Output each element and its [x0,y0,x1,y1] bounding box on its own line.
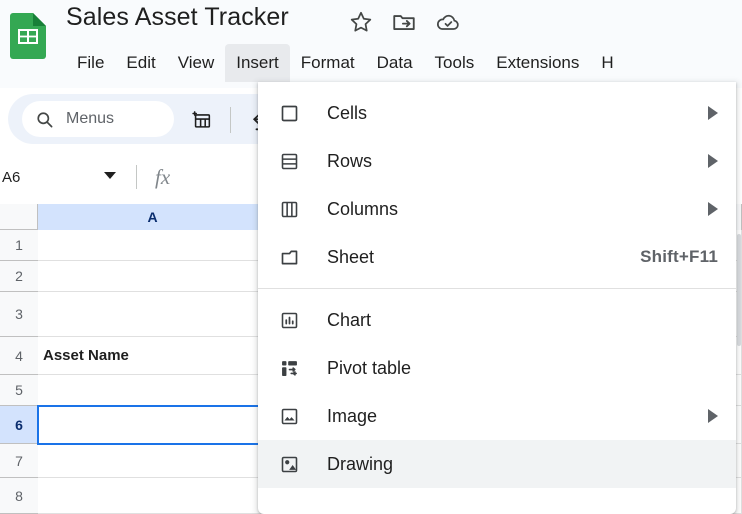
menu-item-pivot-table[interactable]: Pivot table [258,344,736,392]
google-sheets-logo [10,13,46,59]
row-header-column: 1 2 3 4 5 6 7 8 [0,230,38,514]
menu-bar: File Edit View Insert Format Data Tools … [66,44,625,82]
row-header-1[interactable]: 1 [0,230,38,261]
row-header-4[interactable]: 4 [0,337,38,375]
search-icon [35,110,54,129]
menu-format[interactable]: Format [290,44,366,82]
column-header-a[interactable]: A [38,204,268,230]
cell-a1[interactable] [38,230,268,261]
menu-data[interactable]: Data [366,44,424,82]
menu-item-cells[interactable]: Cells [258,89,736,137]
rows-icon [278,150,300,172]
insert-menu-dropdown: Cells Rows Columns Sheet Shift+F11 Chart… [258,82,736,514]
google-sheets-window: Sales Asset Tracker File Edit View Inser… [0,0,742,514]
cloud-saved-icon[interactable] [435,9,461,35]
menu-item-sheet-label: Sheet [327,246,375,267]
fx-icon: fx [155,165,171,189]
menu-tools[interactable]: Tools [424,44,486,82]
menu-item-drawing-label: Drawing [327,453,394,474]
vertical-scrollbar-thumb[interactable] [737,234,741,346]
row-header-5[interactable]: 5 [0,375,38,406]
row-header-8[interactable]: 8 [0,478,38,514]
menu-item-columns[interactable]: Columns [258,185,736,233]
sheet-icon [278,246,300,268]
menu-file[interactable]: File [66,44,115,82]
star-icon[interactable] [348,9,374,35]
name-box-value: A6 [2,168,21,186]
move-to-folder-icon[interactable] [391,9,417,35]
menu-item-sheet-shortcut: Shift+F11 [640,247,718,266]
pivot-table-icon [278,357,300,379]
drawing-icon [278,453,300,475]
insert-table-icon[interactable] [191,109,213,131]
chart-icon [278,309,300,331]
cell-a3[interactable] [38,292,268,337]
vertical-scrollbar[interactable] [737,230,742,514]
cell-a8[interactable] [38,478,268,514]
cell-a7[interactable] [38,444,268,478]
columns-icon [278,198,300,220]
row-header-3[interactable]: 3 [0,292,38,337]
search-menus-input[interactable]: Menus [22,101,174,137]
cells-icon [278,102,300,124]
toolbar-divider [230,107,231,133]
menu-item-drawing[interactable]: Drawing [258,440,736,488]
menu-help[interactable]: H [590,44,624,82]
image-icon [278,405,300,427]
search-menus-placeholder: Menus [66,110,115,127]
menu-item-image-label: Image [327,405,378,426]
menu-view[interactable]: View [167,44,226,82]
menu-item-rows-label: Rows [327,150,373,171]
menu-item-rows[interactable]: Rows [258,137,736,185]
menu-item-pivot-table-label: Pivot table [327,357,412,378]
menu-extensions[interactable]: Extensions [485,44,590,82]
submenu-arrow-icon [708,409,718,423]
select-all-corner[interactable] [0,204,38,230]
menu-item-sheet[interactable]: Sheet Shift+F11 [258,233,736,281]
menu-item-chart-label: Chart [327,309,372,330]
cell-a4[interactable]: Asset Name [38,337,268,375]
name-box[interactable]: A6 [0,164,124,190]
row-header-2[interactable]: 2 [0,261,38,292]
submenu-arrow-icon [708,106,718,120]
formula-bar-divider [136,165,137,189]
menu-item-columns-label: Columns [327,198,399,219]
menu-item-cells-label: Cells [327,102,368,123]
cell-a2[interactable] [38,261,268,292]
menu-item-image[interactable]: Image [258,392,736,440]
menu-edit[interactable]: Edit [115,44,166,82]
row-header-7[interactable]: 7 [0,444,38,478]
row-header-6[interactable]: 6 [0,406,38,444]
menu-separator [258,288,736,289]
active-cell-selection[interactable] [37,405,269,445]
submenu-arrow-icon [708,202,718,216]
menu-insert[interactable]: Insert [225,44,290,82]
submenu-arrow-icon [708,154,718,168]
top-bar: Sales Asset Tracker File Edit View Inser… [0,0,742,88]
document-title[interactable]: Sales Asset Tracker [66,3,289,32]
cell-a5[interactable] [38,375,268,406]
menu-item-chart[interactable]: Chart [258,296,736,344]
chevron-down-icon[interactable] [104,172,116,179]
